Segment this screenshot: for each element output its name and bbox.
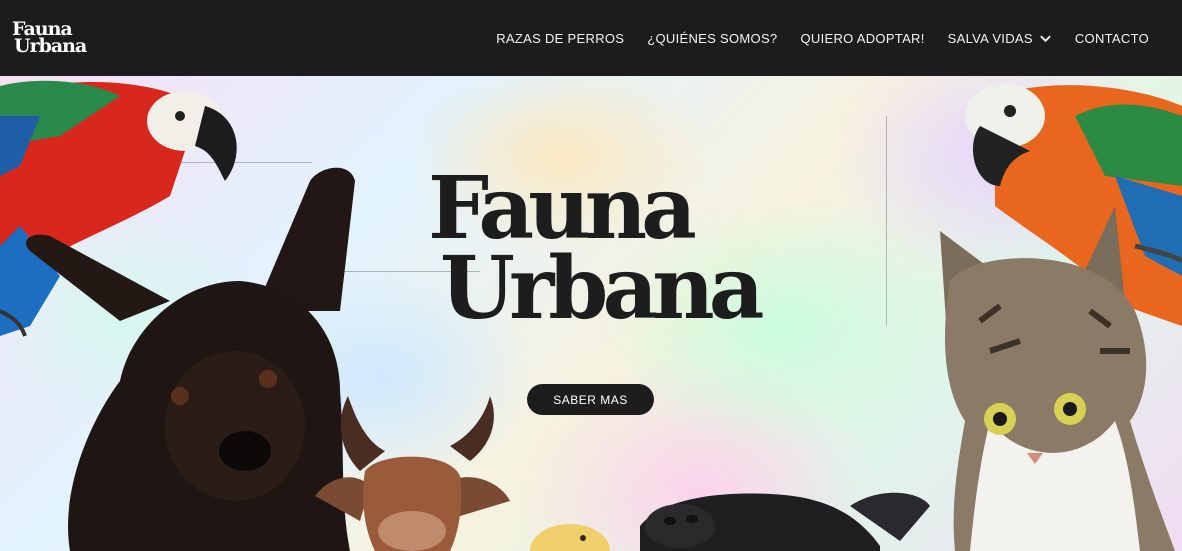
nav-item-contacto[interactable]: CONTACTO: [1075, 31, 1149, 46]
duckling-image: [530, 524, 610, 551]
nav-item-razas-de-perros[interactable]: RAZAS DE PERROS: [496, 31, 624, 46]
main-menu: RAZAS DE PERROS ¿QUIÉNES SOMOS? QUIERO A…: [496, 31, 1149, 46]
hero-title-line2: Urbana: [440, 238, 764, 339]
top-navbar: Fauna Urbana RAZAS DE PERROS ¿QUIÉNES SO…: [0, 0, 1182, 76]
nav-item-salva-vidas[interactable]: SALVA VIDAS: [948, 31, 1052, 46]
cat-image: [940, 206, 1175, 551]
chevron-down-icon: [1040, 35, 1051, 42]
nav-item-quiero-adoptar[interactable]: QUIERO ADOPTAR!: [800, 31, 924, 46]
nav-item-salva-vidas-label: SALVA VIDAS: [947, 30, 1033, 46]
saber-mas-button[interactable]: SABER MAS: [527, 384, 654, 415]
nav-item-quienes-somos[interactable]: ¿QUIÉNES SOMOS?: [647, 31, 777, 46]
brand-logo[interactable]: Fauna Urbana: [12, 20, 87, 57]
cow-image: [315, 396, 510, 551]
hero-logo-title: Fauna Urbana: [428, 166, 764, 339]
pig-image: [640, 492, 930, 551]
hero-section: Fauna Urbana SABER MAS: [0, 76, 1182, 551]
decorative-line: [886, 116, 887, 326]
brand-logo-line2: Urbana: [14, 35, 87, 57]
